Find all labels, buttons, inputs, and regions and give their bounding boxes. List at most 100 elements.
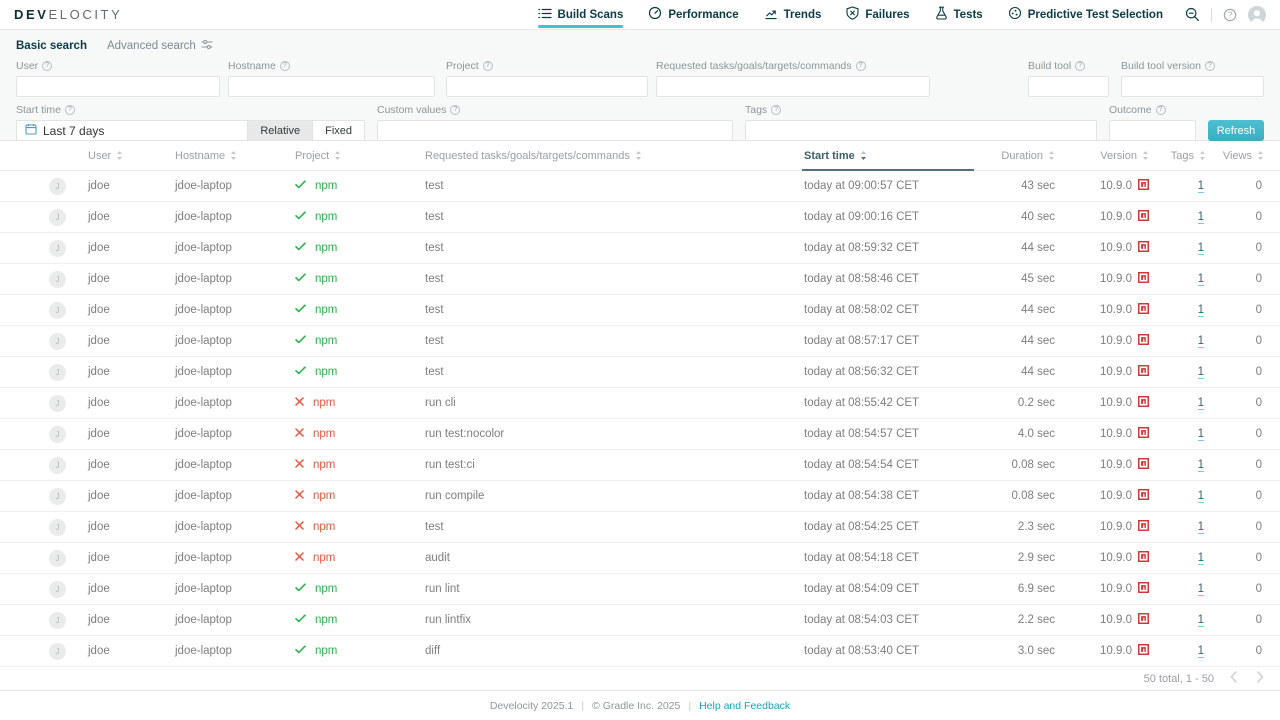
build-scan-row[interactable]: J jdoe jdoe-laptop npm audit today at 08… bbox=[0, 543, 1280, 574]
tags-link[interactable]: 1 bbox=[1198, 304, 1204, 317]
build-scan-row[interactable]: J jdoe jdoe-laptop npm run test:ci today… bbox=[0, 450, 1280, 481]
column-header-start-time[interactable]: Start time bbox=[790, 141, 990, 170]
tags-link[interactable]: 1 bbox=[1198, 180, 1204, 193]
sort-icon bbox=[230, 151, 237, 160]
help-circle-icon[interactable]: ? bbox=[42, 61, 52, 71]
help-circle-icon[interactable]: ? bbox=[65, 105, 75, 115]
build-scan-row[interactable]: J jdoe jdoe-laptop npm test today at 09:… bbox=[0, 202, 1280, 233]
column-header-views[interactable]: Views bbox=[1220, 150, 1280, 162]
user-cell: jdoe bbox=[88, 614, 175, 626]
help-circle-icon[interactable]: ? bbox=[483, 61, 493, 71]
project-input[interactable] bbox=[446, 76, 648, 97]
tags-link[interactable]: 1 bbox=[1198, 366, 1204, 379]
start-time-cell: today at 08:57:17 CET bbox=[790, 335, 990, 347]
hostname-cell: jdoe-laptop bbox=[175, 583, 295, 595]
tags-link[interactable]: 1 bbox=[1198, 583, 1204, 596]
start-time-cell: today at 08:54:25 CET bbox=[790, 521, 990, 533]
nav-predictive-test-selection[interactable]: Predictive Test Selection bbox=[1008, 0, 1163, 29]
develocity-logo: DEVELOCITY bbox=[14, 7, 122, 22]
user-input[interactable] bbox=[16, 76, 220, 97]
build-tool-version-input[interactable] bbox=[1121, 76, 1264, 97]
help-circle-icon[interactable]: ? bbox=[450, 105, 460, 115]
nav-tests[interactable]: Tests bbox=[935, 0, 983, 29]
tags-link[interactable]: 1 bbox=[1198, 614, 1204, 627]
help-and-feedback-link[interactable]: Help and Feedback bbox=[699, 700, 790, 712]
tags-link[interactable]: 1 bbox=[1198, 428, 1204, 441]
build-scan-row[interactable]: J jdoe jdoe-laptop npm run compile today… bbox=[0, 481, 1280, 512]
tags-link[interactable]: 1 bbox=[1198, 521, 1204, 534]
start-time-cell: today at 08:55:42 CET bbox=[790, 397, 990, 409]
build-scan-row[interactable]: J jdoe jdoe-laptop npm test today at 08:… bbox=[0, 512, 1280, 543]
hostname-input[interactable] bbox=[228, 76, 435, 97]
user-avatar[interactable] bbox=[1248, 6, 1266, 24]
tags-link[interactable]: 1 bbox=[1198, 242, 1204, 255]
tags-link[interactable]: 1 bbox=[1198, 459, 1204, 472]
start-time-value[interactable]: Last 7 days bbox=[17, 123, 247, 138]
tags-link[interactable]: 1 bbox=[1198, 490, 1204, 503]
nav-performance[interactable]: Performance bbox=[648, 0, 738, 29]
tags-cell: 1 bbox=[1165, 552, 1220, 564]
help-circle-icon[interactable]: ? bbox=[856, 61, 866, 71]
footer-product-version: Develocity 2025.1 bbox=[490, 700, 573, 712]
build-scan-row[interactable]: J jdoe jdoe-laptop npm run test:nocolor … bbox=[0, 419, 1280, 450]
duration-cell: 2.9 sec bbox=[990, 552, 1065, 564]
column-header-tags[interactable]: Tags bbox=[1165, 150, 1220, 162]
build-scan-row[interactable]: J jdoe jdoe-laptop npm test today at 08:… bbox=[0, 233, 1280, 264]
previous-page-icon[interactable] bbox=[1230, 671, 1238, 686]
hostname-cell: jdoe-laptop bbox=[175, 273, 295, 285]
column-header-version[interactable]: Version bbox=[1065, 150, 1165, 162]
build-tool-input[interactable] bbox=[1028, 76, 1109, 97]
build-scan-row[interactable]: J jdoe jdoe-laptop npm test today at 08:… bbox=[0, 326, 1280, 357]
column-header-project[interactable]: Project bbox=[295, 150, 425, 162]
nav-failures[interactable]: Failures bbox=[846, 0, 909, 29]
pagination-summary: 50 total, 1 - 50 bbox=[1144, 673, 1214, 685]
build-scan-row[interactable]: J jdoe jdoe-laptop npm test today at 09:… bbox=[0, 171, 1280, 202]
nav-build-scans[interactable]: Build Scans bbox=[538, 0, 624, 29]
tab-basic-search[interactable]: Basic search bbox=[16, 40, 87, 52]
outcome-input[interactable] bbox=[1109, 120, 1196, 141]
help-circle-icon[interactable]: ? bbox=[771, 105, 781, 115]
column-header-user[interactable]: User bbox=[88, 150, 175, 162]
project-cell: npm bbox=[295, 211, 425, 223]
fixed-toggle[interactable]: Fixed bbox=[312, 121, 364, 140]
sort-icon bbox=[334, 151, 341, 160]
tasks-input[interactable] bbox=[656, 76, 930, 97]
column-header-duration[interactable]: Duration bbox=[990, 150, 1065, 162]
search-icon[interactable] bbox=[1185, 7, 1200, 22]
tags-link[interactable]: 1 bbox=[1198, 552, 1204, 565]
build-scan-row[interactable]: J jdoe jdoe-laptop npm test today at 08:… bbox=[0, 357, 1280, 388]
build-scan-row[interactable]: J jdoe jdoe-laptop npm run lintfix today… bbox=[0, 605, 1280, 636]
tags-link[interactable]: 1 bbox=[1198, 397, 1204, 410]
tags-input[interactable] bbox=[745, 120, 1097, 141]
tags-link[interactable]: 1 bbox=[1198, 645, 1204, 658]
help-circle-icon[interactable]: ? bbox=[1205, 61, 1215, 71]
build-scan-row[interactable]: J jdoe jdoe-laptop npm test today at 08:… bbox=[0, 295, 1280, 326]
tasks-cell: test bbox=[425, 521, 790, 533]
help-circle-icon[interactable]: ? bbox=[1156, 105, 1166, 115]
refresh-button[interactable]: Refresh bbox=[1208, 120, 1264, 141]
help-icon[interactable]: ? bbox=[1223, 8, 1237, 22]
build-scan-row[interactable]: J jdoe jdoe-laptop npm run cli today at … bbox=[0, 388, 1280, 419]
build-scan-row[interactable]: J jdoe jdoe-laptop npm test today at 08:… bbox=[0, 264, 1280, 295]
help-circle-icon[interactable]: ? bbox=[1075, 61, 1085, 71]
tags-link[interactable]: 1 bbox=[1198, 273, 1204, 286]
column-header-hostname[interactable]: Hostname bbox=[175, 150, 295, 162]
tab-advanced-search[interactable]: Advanced search bbox=[107, 39, 213, 53]
build-scan-row[interactable]: J jdoe jdoe-laptop npm run lint today at… bbox=[0, 574, 1280, 605]
user-avatar: J bbox=[49, 209, 66, 226]
next-page-icon[interactable] bbox=[1256, 671, 1264, 686]
start-time-cell: today at 08:54:38 CET bbox=[790, 490, 990, 502]
user-avatar: J bbox=[49, 271, 66, 288]
duration-cell: 6.9 sec bbox=[990, 583, 1065, 595]
help-circle-icon[interactable]: ? bbox=[280, 61, 290, 71]
npm-logo-icon bbox=[1138, 210, 1149, 224]
tags-link[interactable]: 1 bbox=[1198, 211, 1204, 224]
hostname-cell: jdoe-laptop bbox=[175, 552, 295, 564]
nav-trends[interactable]: Trends bbox=[764, 0, 822, 29]
tags-link[interactable]: 1 bbox=[1198, 335, 1204, 348]
column-header-tasks[interactable]: Requested tasks/goals/targets/commands bbox=[425, 150, 790, 162]
relative-toggle[interactable]: Relative bbox=[247, 121, 312, 140]
build-scan-row[interactable]: J jdoe jdoe-laptop npm diff today at 08:… bbox=[0, 636, 1280, 667]
user-cell: jdoe bbox=[88, 242, 175, 254]
custom-values-input[interactable] bbox=[377, 120, 733, 141]
